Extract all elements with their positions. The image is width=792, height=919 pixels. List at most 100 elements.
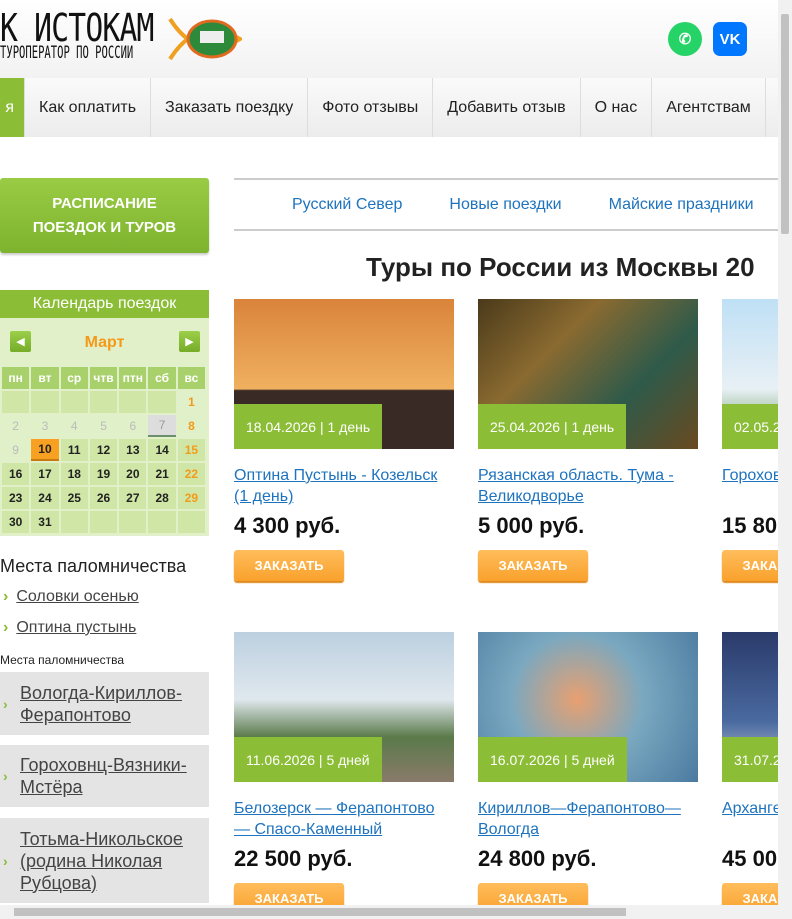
- whatsapp-icon[interactable]: ✆: [668, 22, 702, 56]
- order-button[interactable]: ЗАКАЗАТЬ: [478, 550, 588, 581]
- tour-title-link[interactable]: Белозерск — Ферапонтово — Спасо-Каменный: [234, 798, 454, 840]
- schedule-button[interactable]: РАСПИСАНИЕ ПОЕЗДОК И ТУРОВ: [0, 178, 209, 253]
- chevron-right-icon: ›: [3, 619, 9, 636]
- region-link[interactable]: › Гороховнц-Вязники-Мстёра: [0, 745, 209, 807]
- places-small-label: Места паломничества: [0, 653, 125, 667]
- calendar-day[interactable]: 2: [2, 415, 30, 437]
- calendar-day[interactable]: 30: [2, 511, 30, 533]
- calendar-day[interactable]: 18: [60, 463, 88, 485]
- order-button[interactable]: ЗАКАЗАТЬ: [234, 883, 344, 905]
- calendar-day[interactable]: 1: [177, 391, 206, 413]
- calendar-day[interactable]: 21: [148, 463, 176, 485]
- tour-title-link[interactable]: Оптина Пустынь - Козельск (1 день): [234, 465, 454, 507]
- schedule-line-1: РАСПИСАНИЕ: [52, 194, 157, 212]
- calendar-day[interactable]: 16: [2, 463, 30, 485]
- next-month-button[interactable]: ▶: [179, 331, 200, 352]
- region-link-label: Гороховнц-Вязники-Мстёра: [20, 755, 187, 797]
- calendar-empty-cell: [89, 391, 118, 413]
- calendar-day[interactable]: 9: [2, 439, 30, 461]
- calendar-day[interactable]: 26: [89, 487, 118, 509]
- nav-item-payment[interactable]: Как оплатить: [25, 78, 152, 137]
- calendar-day[interactable]: 14: [148, 439, 176, 461]
- tour-card: 25.04.2026 | 1 день Рязанская область. Т…: [478, 299, 698, 581]
- tour-date-badge: 25.04.2026 | 1 день: [478, 404, 627, 449]
- nav-item-order-trip[interactable]: Заказать поездку: [151, 78, 309, 137]
- nav-item-agencies[interactable]: Агентствам: [652, 78, 766, 137]
- calendar-day[interactable]: 19: [89, 463, 118, 485]
- calendar-empty-cell: [31, 391, 59, 413]
- category-tabs: Русский Север Новые поездки Майские праз…: [234, 178, 778, 231]
- calendar-day[interactable]: 17: [31, 463, 59, 485]
- tour-title-link[interactable]: Горохов: [722, 465, 778, 507]
- place-link[interactable]: › Соловки осенью: [0, 588, 139, 606]
- calendar-day[interactable]: 3: [31, 415, 59, 437]
- calendar-day[interactable]: 12: [89, 439, 118, 461]
- calendar-day[interactable]: 5: [89, 415, 118, 437]
- order-button[interactable]: ЗАКАЗАТЬ: [722, 550, 778, 581]
- tab-russian-north[interactable]: Русский Север: [292, 196, 402, 214]
- tour-image[interactable]: 16.07.2026 | 5 дней: [478, 632, 698, 782]
- calendar-day[interactable]: 29: [177, 487, 206, 509]
- calendar-day[interactable]: 7: [148, 415, 176, 437]
- calendar-day[interactable]: 28: [148, 487, 176, 509]
- calendar-day[interactable]: 31: [31, 511, 59, 533]
- horizontal-scrollbar[interactable]: [0, 905, 792, 919]
- calendar-day[interactable]: 27: [119, 487, 147, 509]
- calendar-day[interactable]: 4: [60, 415, 88, 437]
- fish-logo-icon[interactable]: [168, 15, 242, 63]
- region-link[interactable]: › Тотьма-Никольское (родина Николая Рубцо…: [0, 818, 209, 903]
- nav-item-photo-reviews[interactable]: Фото отзывы: [308, 78, 434, 137]
- tour-price: 15 80: [722, 513, 778, 538]
- tour-image[interactable]: 02.05.2: [722, 299, 778, 449]
- calendar-grid: пн вт ср чтв птн сб вс 1 2 3 4 5 6 7 8 9 10 11 12 13 14 15 16 1…: [2, 367, 206, 533]
- tour-title-link[interactable]: Архангe: [722, 798, 778, 840]
- tour-date-badge: 31.07.2: [722, 737, 778, 782]
- calendar-day[interactable]: 15: [177, 439, 206, 461]
- vertical-scrollbar[interactable]: [778, 0, 792, 905]
- order-button[interactable]: ЗАКАЗАТЬ: [722, 883, 778, 905]
- chevron-right-icon: ›: [3, 768, 8, 784]
- site-header: К ИСТОКАМ ТУРОПЕРАТОР ПО РОССИИ ✆ VK: [0, 0, 778, 78]
- region-link-label: Тотьма-Никольское (родина Николая Рубцов…: [20, 828, 183, 893]
- tab-new-trips[interactable]: Новые поездки: [449, 196, 561, 214]
- vk-icon[interactable]: VK: [713, 22, 747, 56]
- tour-title-link[interactable]: Кириллов—Ферапонтово—Вологда: [478, 798, 698, 840]
- nav-item-add-review[interactable]: Добавить отзыв: [433, 78, 581, 137]
- calendar-day[interactable]: 22: [177, 463, 206, 485]
- weekday-header: ср: [60, 367, 88, 389]
- calendar-day[interactable]: 8: [177, 415, 206, 437]
- places-heading: Места паломничества: [0, 556, 187, 576]
- calendar-day[interactable]: 23: [2, 487, 30, 509]
- main-nav: я Как оплатить Заказать поездку Фото отз…: [0, 78, 778, 137]
- region-link[interactable]: › Вологда-Кириллов-Ферапонтово: [0, 672, 209, 735]
- calendar-day[interactable]: 6: [119, 415, 147, 437]
- page-title: Туры по России из Москвы 20: [366, 252, 755, 282]
- tab-may-holidays[interactable]: Майские праздники: [609, 196, 754, 214]
- calendar-day[interactable]: 13: [119, 439, 147, 461]
- weekday-header: птн: [119, 367, 147, 389]
- nav-item-about[interactable]: О нас: [581, 78, 653, 137]
- calendar-day[interactable]: 24: [31, 487, 59, 509]
- tour-title-link[interactable]: Рязанская область. Тума - Великодворье: [478, 465, 698, 507]
- tour-card: 31.07.2 Архангe 45 00 ЗАКАЗАТЬ: [722, 632, 778, 905]
- calendar-day[interactable]: 25: [60, 487, 88, 509]
- calendar-day[interactable]: 10: [31, 439, 59, 461]
- weekday-header: вт: [31, 367, 59, 389]
- tour-price: 24 800 руб.: [478, 846, 597, 871]
- order-button[interactable]: ЗАКАЗАТЬ: [478, 883, 588, 905]
- tour-image[interactable]: 25.04.2026 | 1 день: [478, 299, 698, 449]
- tour-price: 22 500 руб.: [234, 846, 353, 871]
- tour-image[interactable]: 18.04.2026 | 1 день: [234, 299, 454, 449]
- tour-price: 5 000 руб.: [478, 513, 585, 538]
- order-button[interactable]: ЗАКАЗАТЬ: [234, 550, 344, 581]
- place-link-label: Оптина пустынь: [16, 619, 137, 636]
- calendar-day[interactable]: 20: [119, 463, 147, 485]
- tour-image[interactable]: 31.07.2: [722, 632, 778, 782]
- weekday-header: вс: [177, 367, 206, 389]
- tour-image[interactable]: 11.06.2026 | 5 дней: [234, 632, 454, 782]
- tour-date-badge: 11.06.2026 | 5 дней: [234, 737, 382, 782]
- place-link[interactable]: › Оптина пустынь: [0, 619, 136, 637]
- nav-item-home[interactable]: я: [0, 78, 25, 137]
- calendar-day[interactable]: 11: [60, 439, 88, 461]
- logo-subtitle: ТУРОПЕРАТОР ПО РОССИИ: [0, 43, 134, 63]
